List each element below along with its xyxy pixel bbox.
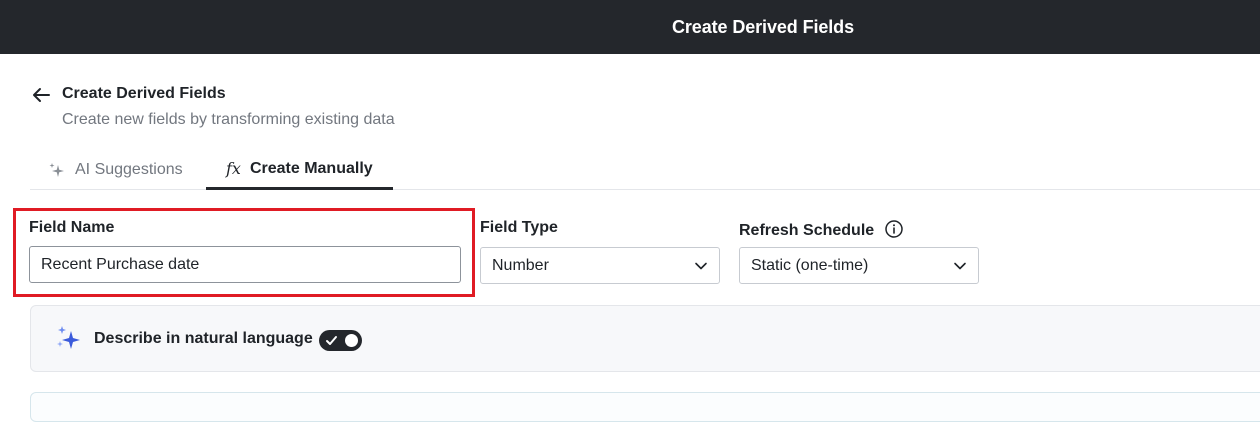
natural-language-label: Describe in natural language xyxy=(94,330,313,347)
refresh-schedule-label-group: Refresh Schedule xyxy=(739,220,903,240)
sparkle-icon xyxy=(49,163,64,177)
field-name-value: Recent Purchase date xyxy=(41,255,200,273)
info-icon[interactable] xyxy=(884,220,903,238)
fx-icon: fx xyxy=(226,159,241,178)
next-section-card xyxy=(30,392,1260,422)
field-type-select[interactable]: Number xyxy=(480,247,720,284)
top-bar: Create Derived Fields xyxy=(0,0,1260,54)
sparkle-icon xyxy=(57,326,80,349)
topbar-title: Create Derived Fields xyxy=(672,16,854,37)
natural-language-card: Describe in natural language xyxy=(30,305,1260,372)
tab-label: Create Manually xyxy=(249,159,373,177)
field-name-input[interactable]: Recent Purchase date xyxy=(29,246,461,283)
chevron-down-icon xyxy=(695,262,707,270)
tab-ai-suggestions[interactable]: AI Suggestions xyxy=(48,150,183,190)
refresh-schedule-label: Refresh Schedule xyxy=(739,222,875,239)
field-name-label: Field Name xyxy=(29,219,115,236)
toggle-knob xyxy=(345,334,358,347)
tab-bar: AI Suggestions fx Create Manually xyxy=(30,150,1260,190)
arrow-left-icon[interactable] xyxy=(30,84,52,106)
refresh-schedule-value: Static (one-time) xyxy=(751,256,869,274)
field-type-label: Field Type xyxy=(480,219,558,236)
tab-label: AI Suggestions xyxy=(75,161,183,178)
page-subtitle: Create new fields by transforming existi… xyxy=(62,111,395,128)
refresh-schedule-select[interactable]: Static (one-time) xyxy=(739,247,979,284)
page-title: Create Derived Fields xyxy=(62,85,226,102)
tab-create-manually[interactable]: fx Create Manually xyxy=(206,150,393,190)
check-icon xyxy=(326,336,337,345)
natural-language-toggle[interactable] xyxy=(319,330,362,351)
field-type-value: Number xyxy=(492,256,549,274)
chevron-down-icon xyxy=(954,262,966,270)
